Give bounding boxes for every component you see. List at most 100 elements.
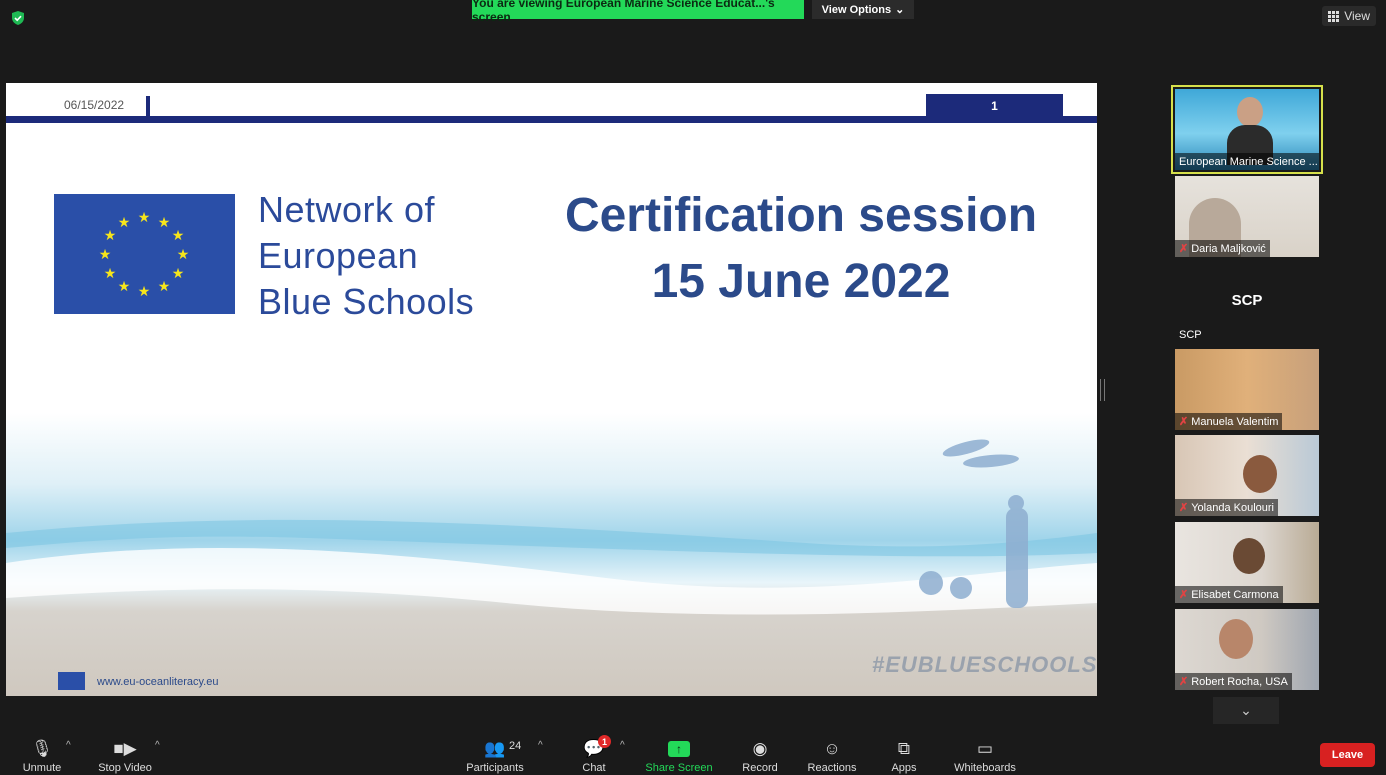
grid-icon	[1328, 10, 1340, 22]
slide-date: 06/15/2022	[64, 98, 125, 112]
participant-avatar-text: SCP	[1231, 292, 1263, 309]
unmute-label: Unmute	[22, 762, 62, 774]
certification-date-line: 15 June 2022	[651, 255, 951, 308]
participant-name: ✗ Manuela Valentim	[1175, 413, 1283, 430]
participant-tile[interactable]: ✗ Yolanda Koulouri	[1175, 435, 1319, 516]
shield-check-icon[interactable]	[10, 10, 26, 26]
svg-text:★: ★	[138, 209, 151, 225]
slide-page-number: 1	[926, 94, 1063, 118]
slide-header-marker	[146, 96, 150, 116]
footer-url: www.eu-oceanliteracy.eu	[97, 676, 219, 688]
svg-text:★: ★	[177, 246, 190, 262]
viewing-screen-banner: You are viewing European Marine Science …	[472, 0, 804, 24]
audio-options-caret[interactable]: ^	[66, 740, 71, 751]
video-camera-icon: ■▶	[113, 739, 137, 758]
participant-tile[interactable]: ✗ Daria Maljković	[1175, 176, 1319, 257]
participant-name-label: Manuela Valentim	[1191, 415, 1279, 428]
share-screen-label: Share Screen	[645, 762, 713, 774]
eu-flag-small-logo	[58, 672, 85, 690]
participant-name-label: Yolanda Koulouri	[1191, 501, 1274, 514]
apps-button[interactable]: ⧉ Apps	[888, 735, 920, 775]
microphone-muted-icon: 🎙	[31, 739, 53, 758]
view-options-menu[interactable]: View Options ⌄	[812, 0, 914, 19]
network-title: Network of European Blue Schools	[258, 187, 474, 325]
share-screen-button[interactable]: ↑ Share Screen	[645, 735, 713, 775]
participant-name-label: Daria Maljković	[1191, 242, 1266, 255]
participant-video	[1243, 455, 1277, 493]
video-options-caret[interactable]: ^	[155, 740, 160, 751]
record-icon: ◉	[752, 739, 768, 758]
participant-name: ✗ Yolanda Koulouri	[1175, 499, 1278, 516]
participant-video	[1219, 619, 1253, 659]
whiteboards-button[interactable]: ▭ Whiteboards	[950, 735, 1020, 775]
svg-text:★: ★	[104, 265, 117, 281]
unmute-button[interactable]: 🎙 Unmute	[20, 735, 64, 775]
shared-screen-slide: 06/15/2022 1 ★ ★ ★ ★ ★ ★ ★ ★ ★ ★ ★ ★ Net…	[6, 83, 1097, 696]
whiteboard-icon: ▭	[976, 739, 994, 758]
svg-text:★: ★	[118, 278, 131, 294]
stop-video-label: Stop Video	[98, 762, 152, 774]
svg-text:★: ★	[104, 227, 117, 243]
panel-resize-handle[interactable]	[1100, 379, 1105, 401]
record-button[interactable]: ◉ Record	[740, 735, 780, 775]
mic-muted-icon: ✗	[1179, 676, 1189, 688]
participant-name: ✗ Robert Rocha, USA	[1175, 673, 1292, 690]
participant-name: European Marine Science ...	[1175, 153, 1319, 170]
participant-name-label: Robert Rocha, USA	[1191, 675, 1288, 688]
apps-icon: ⧉	[897, 739, 911, 758]
participants-count: 24	[509, 740, 522, 752]
view-label: View	[1344, 9, 1370, 23]
whiteboards-label: Whiteboards	[954, 762, 1016, 774]
participant-video	[1237, 97, 1263, 127]
svg-text:★: ★	[138, 283, 151, 299]
svg-text:★: ★	[158, 214, 171, 230]
svg-text:★: ★	[118, 214, 131, 230]
record-label: Record	[742, 762, 778, 774]
chat-options-caret[interactable]: ^	[620, 740, 625, 751]
apps-label: Apps	[891, 762, 917, 774]
reactions-button[interactable]: ☺ Reactions	[806, 735, 858, 775]
participant-tile[interactable]: ✗ Robert Rocha, USA	[1175, 609, 1319, 690]
network-title-line: Blue Schools	[258, 281, 475, 322]
stop-video-button[interactable]: ■▶ Stop Video	[96, 735, 154, 775]
reactions-label: Reactions	[807, 762, 857, 774]
participant-tile[interactable]: SCP SCP	[1175, 262, 1319, 343]
eu-flag-logo: ★ ★ ★ ★ ★ ★ ★ ★ ★ ★ ★ ★	[54, 194, 235, 314]
mic-muted-icon: ✗	[1179, 416, 1189, 428]
view-layout-button[interactable]: View	[1322, 6, 1376, 26]
participant-tile[interactable]: European Marine Science ...	[1171, 85, 1323, 174]
participant-name-label: European Marine Science ...	[1179, 155, 1318, 168]
participants-icon: 👥	[484, 739, 506, 758]
leave-meeting-button[interactable]: Leave	[1320, 743, 1375, 767]
chat-label: Chat	[582, 762, 606, 774]
certification-title: Certification session 15 June 2022	[526, 183, 1076, 315]
svg-text:★: ★	[99, 246, 112, 262]
gallery-scroll-down-button[interactable]: ⌄	[1213, 697, 1279, 724]
chat-unread-badge: 1	[598, 735, 611, 748]
view-options-label: View Options	[821, 3, 892, 16]
participants-label: Participants	[466, 762, 524, 774]
svg-text:★: ★	[172, 265, 185, 281]
smiley-plus-icon: ☺	[823, 739, 841, 758]
participant-name-label: Elisabet Carmona	[1191, 588, 1279, 601]
participant-name: ✗ Daria Maljković	[1175, 240, 1270, 257]
mic-muted-icon: ✗	[1179, 243, 1189, 255]
hashtag-text: #EUBLUESCHOOLS	[872, 652, 1097, 677]
certification-title-line: Certification session	[564, 189, 1038, 242]
participant-tile[interactable]: ✗ Elisabet Carmona	[1175, 522, 1319, 603]
network-title-line: European	[258, 235, 419, 276]
svg-text:★: ★	[172, 227, 185, 243]
mic-muted-icon: ✗	[1179, 502, 1189, 514]
share-screen-arrow-icon: ↑	[668, 741, 690, 757]
participant-tile[interactable]: ✗ Manuela Valentim	[1175, 349, 1319, 430]
chevron-down-icon: ⌄	[1240, 702, 1252, 718]
participant-name-label: SCP	[1179, 328, 1202, 341]
participant-video	[1233, 538, 1265, 574]
participants-options-caret[interactable]: ^	[538, 740, 543, 751]
network-title-line: Network of	[258, 189, 436, 230]
participant-name: ✗ Elisabet Carmona	[1175, 586, 1283, 603]
participant-name: SCP	[1175, 326, 1206, 343]
chevron-down-icon: ⌄	[895, 4, 905, 16]
svg-text:★: ★	[158, 278, 171, 294]
mic-muted-icon: ✗	[1179, 589, 1189, 601]
